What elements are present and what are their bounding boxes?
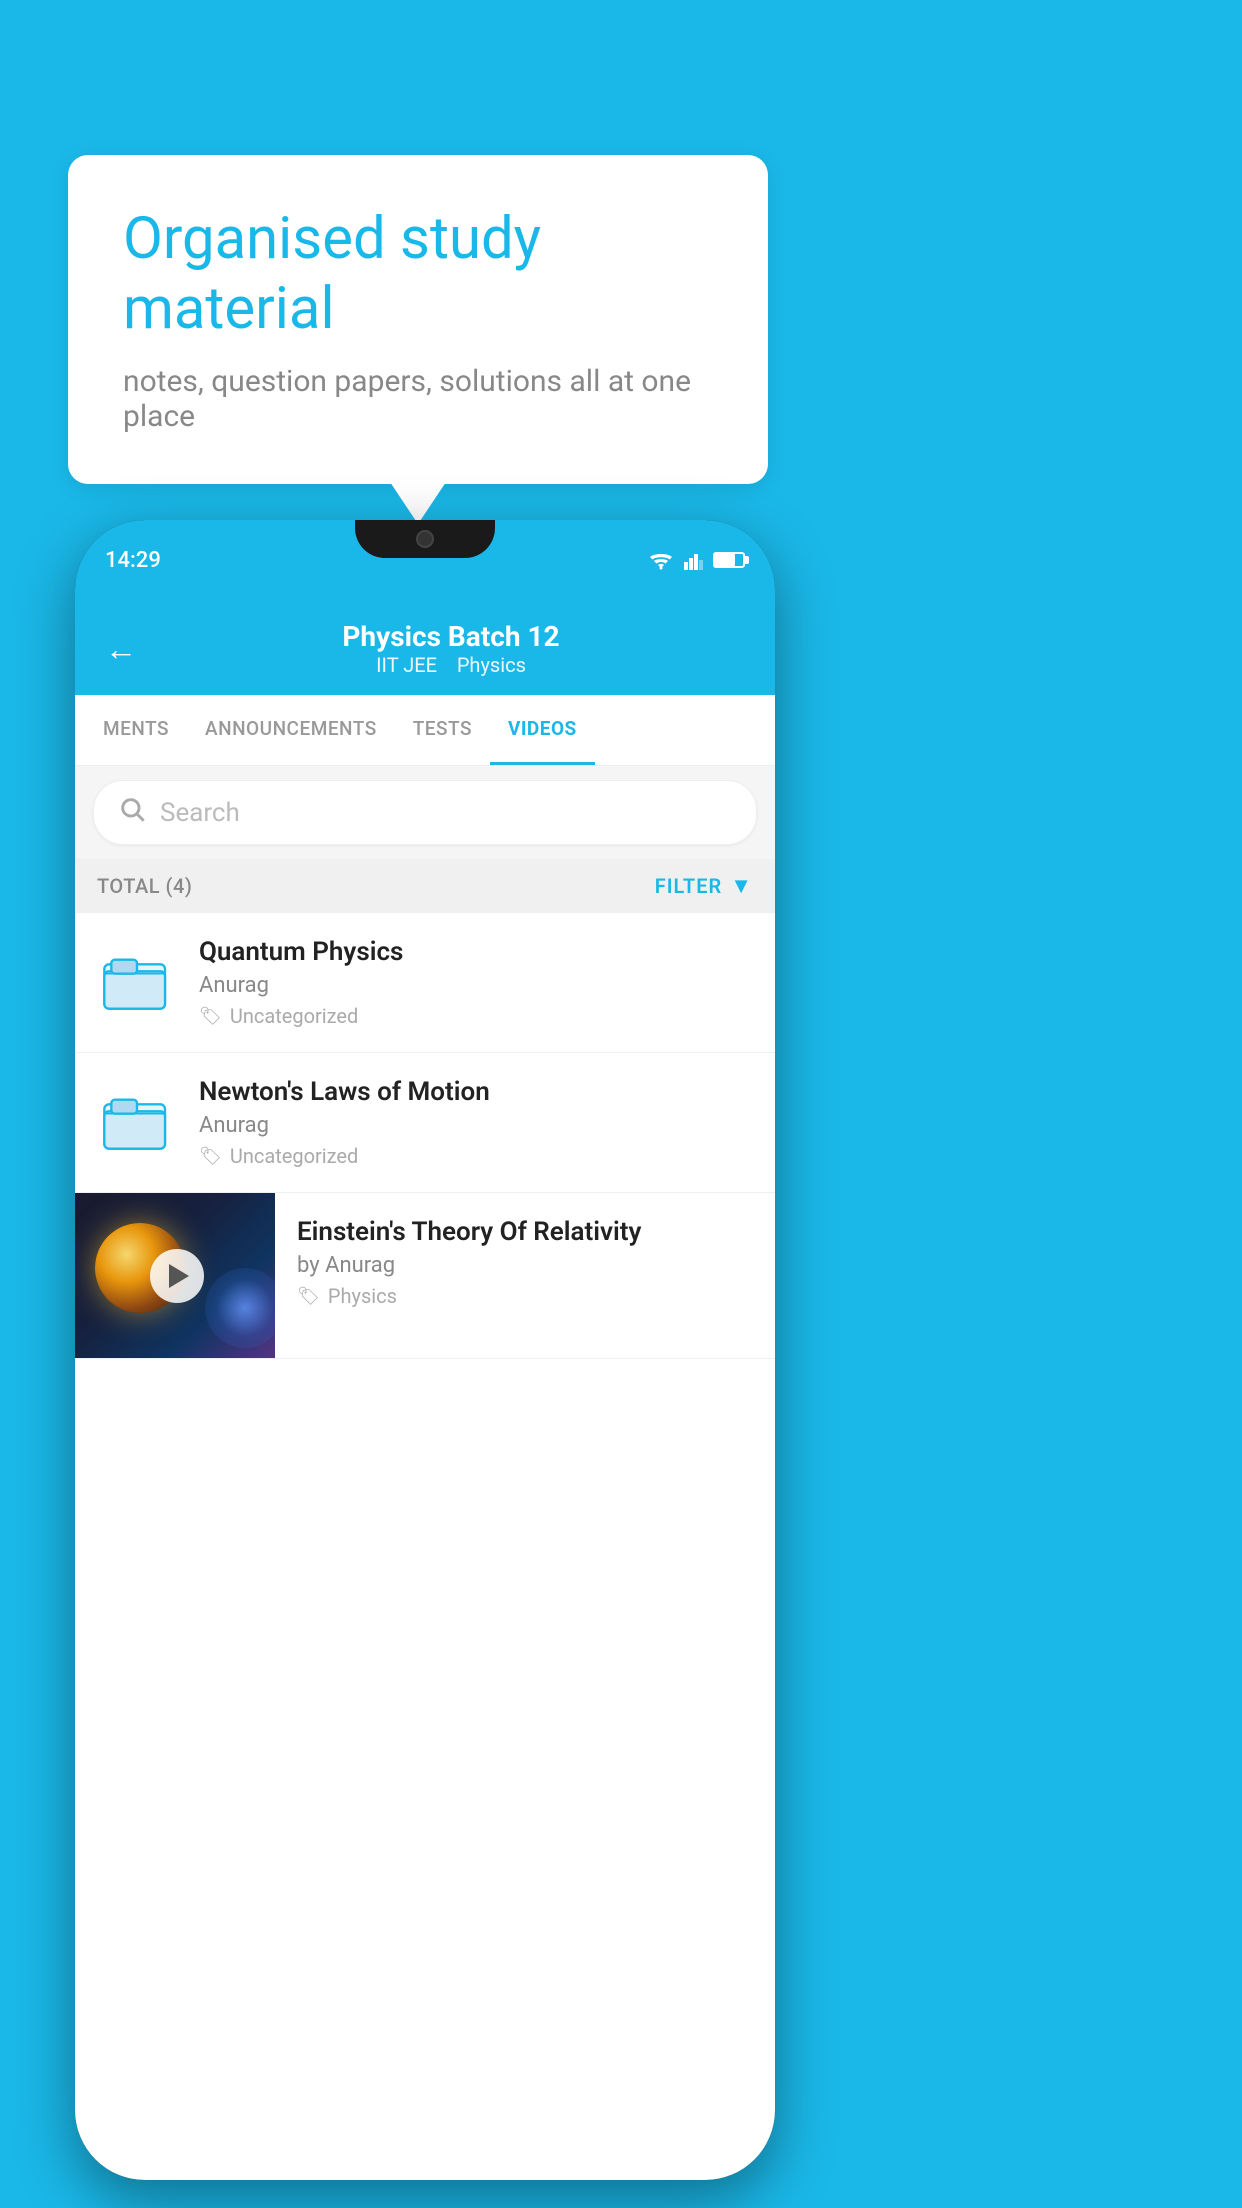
video-info: Quantum Physics Anurag 🏷 Uncategorized	[199, 937, 753, 1028]
tab-videos[interactable]: VIDEOS	[490, 695, 595, 765]
header-subtitle-part1: IIT JEE	[376, 653, 437, 677]
video-tag: 🏷 Uncategorized	[199, 1004, 753, 1028]
filter-bar: TOTAL (4) FILTER ▼	[75, 859, 775, 913]
app-header: ← Physics Batch 12 IIT JEE Physics	[75, 600, 775, 695]
search-bar[interactable]: Search	[93, 780, 757, 845]
list-item[interactable]: Newton's Laws of Motion Anurag 🏷 Uncateg…	[75, 1053, 775, 1193]
speech-bubble: Organised study material notes, question…	[68, 155, 768, 484]
phone-screen: ← Physics Batch 12 IIT JEE Physics MENTS…	[75, 600, 775, 2180]
wifi-icon	[647, 550, 675, 570]
list-item[interactable]: Einstein's Theory Of Relativity by Anura…	[75, 1193, 775, 1359]
video-tag: 🏷 Physics	[297, 1284, 753, 1308]
total-count: TOTAL (4)	[97, 874, 192, 898]
folder-icon-container	[97, 1083, 177, 1163]
folder-icon-container	[97, 943, 177, 1023]
tag-icon: 🏷	[297, 1286, 320, 1307]
phone-frame: 14:29	[75, 520, 775, 2180]
glow-graphic	[205, 1268, 275, 1348]
video-list: Quantum Physics Anurag 🏷 Uncategorized	[75, 913, 775, 1359]
video-info: Einstein's Theory Of Relativity by Anura…	[275, 1193, 775, 1332]
tab-announcements[interactable]: ANNOUNCEMENTS	[187, 695, 395, 765]
folder-icon	[102, 1088, 172, 1158]
play-button[interactable]	[150, 1249, 204, 1303]
speech-bubble-container: Organised study material notes, question…	[68, 155, 768, 484]
search-input[interactable]: Search	[160, 798, 240, 828]
video-title: Quantum Physics	[199, 937, 753, 967]
status-time: 14:29	[105, 548, 161, 573]
video-info: Newton's Laws of Motion Anurag 🏷 Uncateg…	[199, 1077, 753, 1168]
tag-label: Uncategorized	[230, 1004, 358, 1028]
tabs-bar: MENTS ANNOUNCEMENTS TESTS VIDEOS	[75, 695, 775, 766]
header-title-area: Physics Batch 12 IIT JEE Physics	[157, 620, 745, 677]
video-title: Newton's Laws of Motion	[199, 1077, 753, 1107]
search-container: Search	[75, 766, 775, 859]
notch	[355, 520, 495, 558]
header-subtitle-part2: Physics	[457, 653, 526, 677]
video-author: by Anurag	[297, 1253, 753, 1278]
filter-label: FILTER	[655, 874, 723, 898]
search-icon	[118, 795, 146, 830]
back-button[interactable]: ←	[105, 630, 137, 668]
signal-icon	[683, 550, 705, 570]
tag-icon: 🏷	[199, 1006, 222, 1027]
tag-icon: 🏷	[199, 1146, 222, 1167]
tag-label: Uncategorized	[230, 1144, 358, 1168]
tab-tests[interactable]: TESTS	[395, 695, 490, 765]
tab-ments[interactable]: MENTS	[85, 695, 187, 765]
filter-button[interactable]: FILTER ▼	[655, 873, 753, 899]
status-icons	[647, 550, 745, 570]
tag-label: Physics	[328, 1284, 397, 1308]
status-bar: 14:29	[75, 520, 775, 600]
folder-icon	[102, 948, 172, 1018]
speech-bubble-subtitle: notes, question papers, solutions all at…	[123, 364, 713, 434]
video-author: Anurag	[199, 1113, 753, 1138]
speech-bubble-title: Organised study material	[123, 205, 713, 344]
video-tag: 🏷 Uncategorized	[199, 1144, 753, 1168]
video-thumbnail	[75, 1193, 275, 1358]
camera	[416, 530, 434, 548]
filter-icon: ▼	[730, 873, 753, 899]
battery-icon	[713, 552, 745, 568]
video-title: Einstein's Theory Of Relativity	[297, 1217, 753, 1247]
header-subtitle: IIT JEE Physics	[157, 653, 745, 677]
play-icon	[169, 1264, 189, 1288]
list-item[interactable]: Quantum Physics Anurag 🏷 Uncategorized	[75, 913, 775, 1053]
header-title: Physics Batch 12	[157, 620, 745, 653]
video-author: Anurag	[199, 973, 753, 998]
